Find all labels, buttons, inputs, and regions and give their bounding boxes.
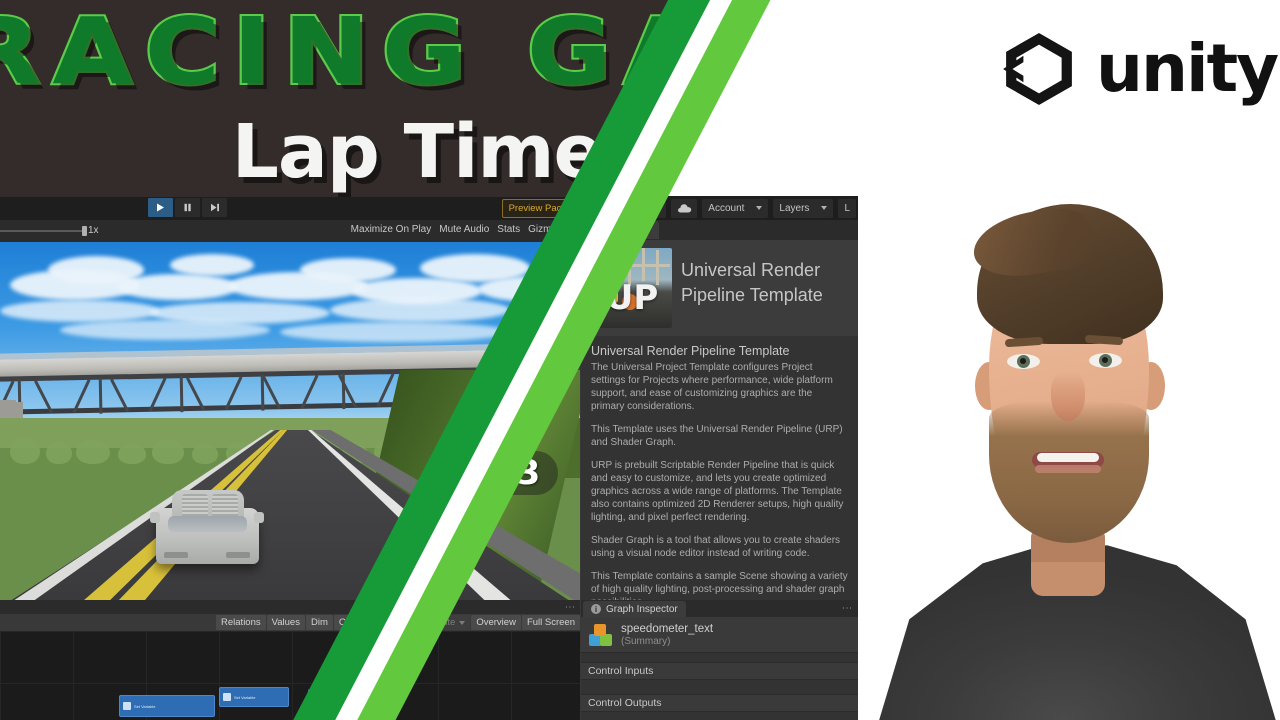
cloud-button[interactable] <box>671 198 698 218</box>
presenter-teeth <box>1037 453 1099 462</box>
pause-button[interactable] <box>175 198 200 217</box>
zoom-slider[interactable] <box>0 230 85 232</box>
play-button[interactable] <box>148 198 173 217</box>
graph-node-label: Set Variable <box>234 694 256 700</box>
graph-node[interactable]: Set Variable <box>119 695 215 717</box>
control-outputs-label: Control Outputs <box>588 697 662 709</box>
maximize-on-play-toggle[interactable]: Maximize On Play <box>351 224 432 235</box>
unity-cube-icon <box>1003 33 1072 105</box>
graph-canvas[interactable]: Set Variable Set Variable Text <box>0 631 580 720</box>
presenter-pupil <box>1020 358 1026 364</box>
graph-btn-label: Overview <box>476 617 516 628</box>
chevron-down-icon <box>821 206 828 210</box>
asset-paragraph: URP is prebuilt Scriptable Render Pipeli… <box>591 460 844 523</box>
layers-dropdown[interactable]: Layers <box>773 198 834 218</box>
account-label: Account <box>708 202 745 214</box>
inspector-body: Universal Render Pipeline Template The U… <box>581 336 858 608</box>
graph-node-summary: (Summary) <box>621 635 671 647</box>
unity-logo: unity <box>1000 30 1279 108</box>
control-inputs-label: Control Inputs <box>588 665 654 677</box>
graph-editor-tab-row: ⋮ <box>0 600 580 614</box>
zoom-level-label: 1x <box>88 225 99 236</box>
stats-toggle[interactable]: Stats <box>497 224 520 235</box>
cloud-icon <box>677 203 691 212</box>
layers-label: Layers <box>779 202 810 214</box>
transport-controls <box>148 198 227 217</box>
graph-btn-label: Relations <box>221 617 261 628</box>
asset-paragraph: Shader Graph is a tool that allows you t… <box>591 535 841 559</box>
graph-node-name: speedometer_text <box>621 622 714 635</box>
player-car <box>150 486 265 568</box>
unity-wordmark: unity <box>1096 30 1279 107</box>
editor-main-toolbar: Preview Packages in Use <box>0 196 858 221</box>
chevron-down-icon <box>756 206 763 210</box>
node-icon <box>223 693 231 701</box>
more-options-icon[interactable]: ⋮ <box>564 602 575 610</box>
presenter-lower-lip <box>1035 465 1101 473</box>
graph-inspector-header: speedometer_text (Summary) <box>581 617 858 653</box>
graph-btn-overview[interactable]: Overview <box>471 615 521 630</box>
graph-btn-relations[interactable]: Relations <box>216 615 266 630</box>
graph-btn-label: Dim <box>310 617 328 628</box>
presenter-pupil <box>1102 357 1108 363</box>
graph-editor-panel: ⋮ Relations Values Dim Carry Align <box>0 600 580 720</box>
asset-title: Universal Render Pipeline Template <box>681 260 823 305</box>
asset-paragraph: The Universal Project Template configure… <box>591 362 833 412</box>
control-outputs-row[interactable]: Control Outputs <box>581 694 858 712</box>
mute-audio-toggle[interactable]: Mute Audio <box>439 224 489 235</box>
graph-inspector-panel: i Graph Inspector ⋮ speedometer_text (Su… <box>581 600 858 720</box>
graph-node-label: Set Variable <box>134 703 156 709</box>
thumbnail-canvas: Preview Packages in Use <box>0 0 1280 720</box>
graph-node[interactable]: Set Variable <box>219 687 289 707</box>
graph-inspector-tab-label: Graph Inspector <box>606 603 678 615</box>
chevron-down-icon <box>459 620 466 625</box>
tab-graph-inspector[interactable]: i Graph Inspector <box>583 601 686 617</box>
graph-btn-label: Full Screen <box>526 617 575 628</box>
presenter-nose <box>1051 371 1085 421</box>
graph-btn-full-screen[interactable]: Full Screen <box>521 615 580 630</box>
zoom-slider-handle[interactable] <box>82 226 87 236</box>
node-icon <box>123 702 131 710</box>
info-icon: i <box>591 604 601 614</box>
graph-btn-dim[interactable]: Dim <box>305 615 333 630</box>
step-button[interactable] <box>202 198 227 217</box>
presenter-photo <box>849 126 1280 720</box>
control-inputs-row[interactable]: Control Inputs <box>581 662 858 680</box>
graph-editor-toolbar: Relations Values Dim Carry Align Distrib… <box>0 614 580 631</box>
account-dropdown[interactable]: Account <box>702 198 769 218</box>
graph-inspector-tab-row: i Graph Inspector ⋮ <box>581 600 858 617</box>
game-view-options: Maximize On Play Mute Audio Stats Gizmos <box>351 224 576 235</box>
cubes-icon <box>589 623 613 647</box>
game-view-toolbar: 1x Maximize On Play Mute Audio Stats Giz… <box>0 220 580 243</box>
graph-btn-label: Values <box>271 617 300 628</box>
asset-section-heading: Universal Render Pipeline Template <box>591 344 790 358</box>
graph-btn-values[interactable]: Values <box>266 615 305 630</box>
asset-paragraph: This Template uses the Universal Render … <box>591 424 843 448</box>
